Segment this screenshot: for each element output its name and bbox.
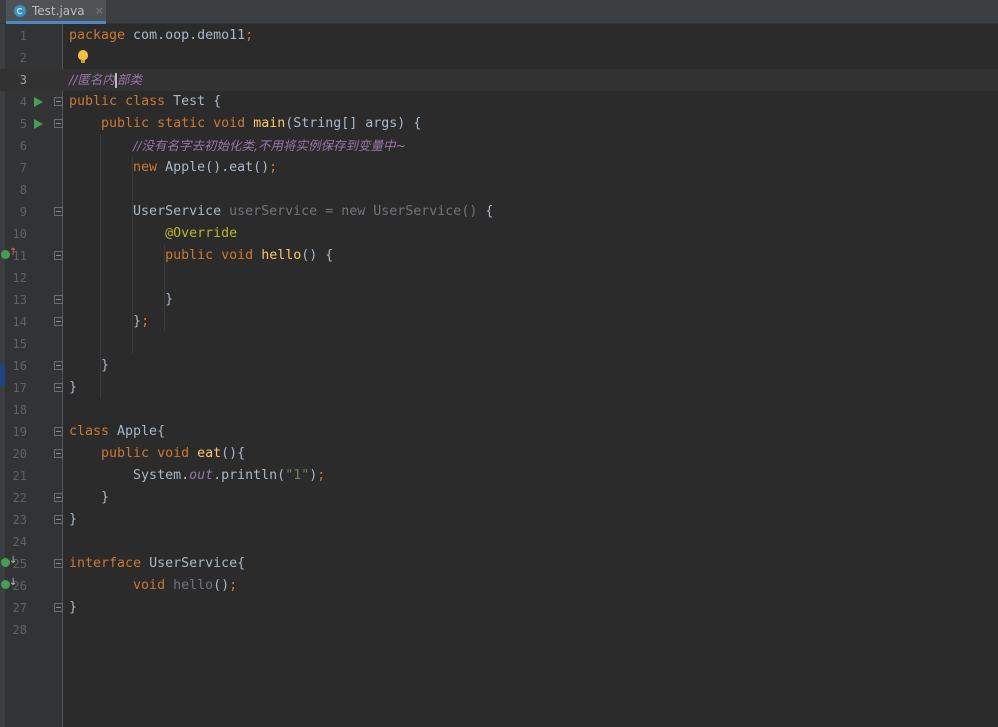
code-text[interactable]: }: [69, 379, 77, 397]
line-number: 21: [12, 469, 27, 483]
code-text[interactable]: public void eat(){: [69, 445, 245, 463]
code-text[interactable]: };: [69, 313, 149, 331]
code-text[interactable]: new Apple().eat();: [69, 159, 277, 177]
code-text[interactable]: }: [69, 291, 173, 309]
code-line: 25 ↓ interface UserService{: [0, 553, 998, 575]
code-line: 15: [0, 333, 998, 355]
fold-icon[interactable]: [54, 207, 63, 216]
code-line: 8: [0, 179, 998, 201]
code-line: 18: [0, 399, 998, 421]
line-number: 14: [12, 315, 27, 329]
lightbulb-icon[interactable]: [78, 50, 88, 63]
code-line: 28: [0, 619, 998, 641]
fold-icon[interactable]: [54, 493, 63, 502]
line-number: 20: [12, 447, 27, 461]
fold-icon[interactable]: [54, 119, 63, 128]
code-line: 9 UserService userService = new UserServ…: [0, 201, 998, 223]
code-text[interactable]: interface UserService{: [69, 555, 245, 573]
code-text[interactable]: class Apple{: [69, 423, 165, 441]
line-number: 28: [12, 623, 27, 637]
code-line: 16 }: [0, 355, 998, 377]
line-number: 6: [19, 139, 27, 153]
line-number: 10: [12, 227, 27, 241]
line-number: 3: [19, 73, 27, 87]
implementing-method-icon[interactable]: ↑: [0, 247, 17, 263]
line-number: 24: [12, 535, 27, 549]
run-icon[interactable]: [30, 116, 46, 132]
line-number: 17: [12, 381, 27, 395]
line-number: 12: [12, 271, 27, 285]
fold-icon[interactable]: [54, 427, 63, 436]
code-text[interactable]: //没有名字去初始化类,不用将实例保存到变量中~: [69, 137, 406, 156]
line-number: 16: [12, 359, 27, 373]
implemented-method-icon[interactable]: ↓: [0, 577, 17, 593]
java-class-icon: [14, 4, 26, 17]
implemented-method-icon[interactable]: ↓: [0, 555, 17, 571]
line-number: 2: [19, 51, 27, 65]
code-text[interactable]: //匿名内 部类: [69, 71, 142, 90]
code-line: 23 }: [0, 509, 998, 531]
close-tab-icon[interactable]: ×: [95, 4, 104, 17]
fold-icon[interactable]: [54, 317, 63, 326]
line-number: 13: [12, 293, 27, 307]
code-line: 17 }: [0, 377, 998, 399]
code-line: 27 }: [0, 597, 998, 619]
code-text[interactable]: public void hello() {: [69, 247, 333, 265]
code-text[interactable]: public class Test {: [69, 93, 221, 111]
code-line: 5 public static void main(String[] args)…: [0, 113, 998, 135]
code-text[interactable]: }: [69, 357, 109, 375]
code-text[interactable]: void hello();: [69, 577, 237, 595]
fold-icon[interactable]: [54, 559, 63, 568]
code-line: 2: [0, 47, 998, 69]
fold-icon[interactable]: [54, 251, 63, 260]
editor-tab-bar: Test.java ×: [0, 0, 998, 24]
code-line: 24: [0, 531, 998, 553]
run-icon[interactable]: [30, 94, 46, 110]
code-text[interactable]: package com.oop.demo11;: [69, 27, 253, 45]
code-line: 22 }: [0, 487, 998, 509]
tab-label: Test.java: [32, 3, 85, 18]
line-number: 1: [19, 29, 27, 43]
code-text[interactable]: public static void main(String[] args) {: [69, 115, 421, 133]
code-line: 11 ↑ public void hello() {: [0, 245, 998, 267]
line-number: 9: [19, 205, 27, 219]
line-number: 4: [19, 95, 27, 109]
code-text[interactable]: System.out.println("1");: [69, 467, 325, 485]
line-number: 19: [12, 425, 27, 439]
code-text[interactable]: }: [69, 511, 77, 529]
line-number: 22: [12, 491, 27, 505]
code-text[interactable]: UserService userService = new UserServic…: [69, 203, 493, 221]
line-number: 15: [12, 337, 27, 351]
line-number: 18: [12, 403, 27, 417]
fold-icon[interactable]: [54, 383, 63, 392]
code-line: 1 package com.oop.demo11;: [0, 25, 998, 47]
code-line: 26 ↓ void hello();: [0, 575, 998, 597]
fold-icon[interactable]: [54, 449, 63, 458]
code-line: 12: [0, 267, 998, 289]
code-text[interactable]: }: [69, 599, 77, 617]
code-line: 19 class Apple{: [0, 421, 998, 443]
code-line: 21 System.out.println("1");: [0, 465, 998, 487]
line-number: 23: [12, 513, 27, 527]
tab-test-java[interactable]: Test.java ×: [6, 0, 106, 24]
code-line: 13 }: [0, 289, 998, 311]
code-line: 20 public void eat(){: [0, 443, 998, 465]
line-number: 8: [19, 183, 27, 197]
code-line: 7 new Apple().eat();: [0, 157, 998, 179]
code-line: 6 //没有名字去初始化类,不用将实例保存到变量中~: [0, 135, 998, 157]
line-number: 7: [19, 161, 27, 175]
fold-icon[interactable]: [54, 97, 63, 106]
code-text[interactable]: }: [69, 489, 109, 507]
line-number: 27: [12, 601, 27, 615]
code-line: 14 };: [0, 311, 998, 333]
line-number: 5: [19, 117, 27, 131]
fold-icon[interactable]: [54, 603, 63, 612]
code-text[interactable]: @Override: [69, 225, 237, 243]
code-line-current: 3 //匿名内 部类: [0, 69, 998, 91]
code-line: 10 @Override: [0, 223, 998, 245]
fold-icon[interactable]: [54, 515, 63, 524]
fold-icon[interactable]: [54, 361, 63, 370]
fold-icon[interactable]: [54, 295, 63, 304]
code-line: 4 public class Test {: [0, 91, 998, 113]
